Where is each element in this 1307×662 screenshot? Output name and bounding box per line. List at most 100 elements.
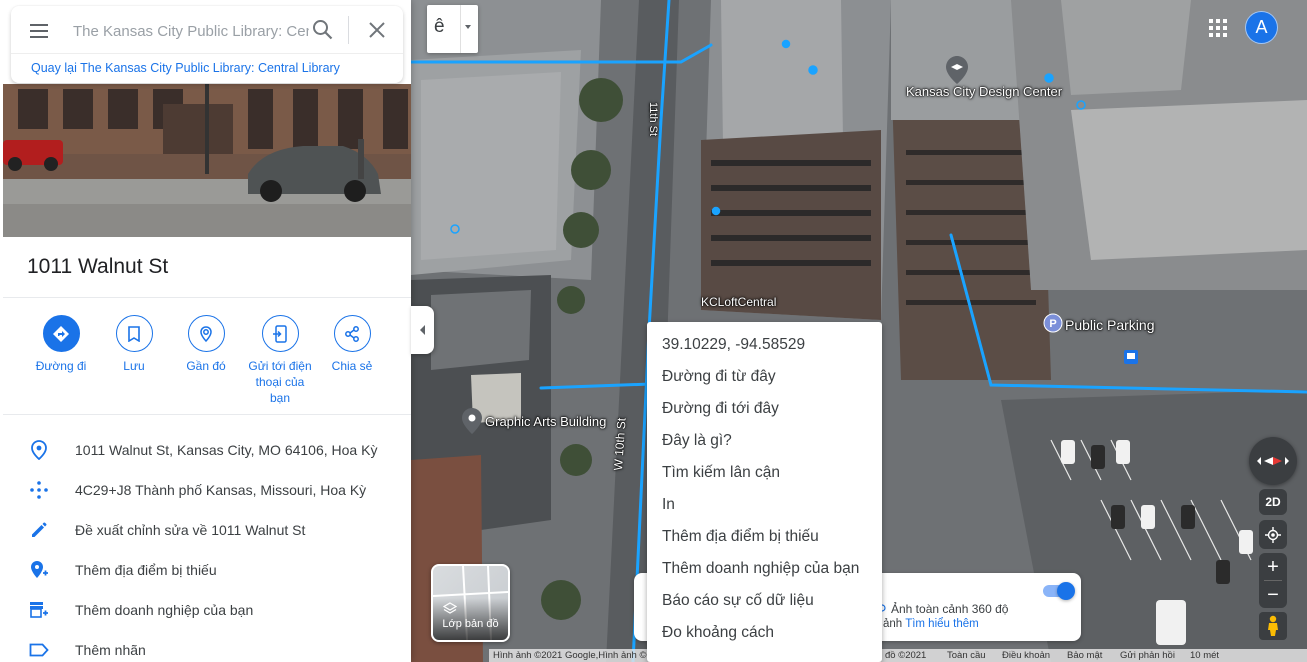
add-business-text: Thêm doanh nghiệp của bạn: [75, 602, 254, 618]
divider: [3, 414, 411, 415]
chevron-down-icon[interactable]: [465, 25, 471, 29]
directions-to-here-item[interactable]: Đường đi tới đây: [647, 393, 882, 425]
zoom-controls: + −: [1259, 553, 1287, 608]
add-business-item[interactable]: Thêm doanh nghiệp của bạn: [647, 553, 882, 585]
edit-pencil-icon: [29, 520, 49, 540]
coordinates-item[interactable]: 39.10229, -94.58529: [647, 329, 882, 361]
back-to-result-link[interactable]: Quay lại The Kansas City Public Library:…: [31, 61, 340, 75]
share-icon: [333, 315, 371, 352]
add-missing-place-text: Thêm địa điểm bị thiếu: [75, 562, 217, 578]
directions-icon: [42, 315, 80, 352]
place-title: 1011 Walnut St: [27, 255, 169, 278]
zoom-in-button[interactable]: +: [1259, 553, 1287, 580]
add-missing-place-row[interactable]: Thêm địa điểm bị thiếu: [0, 550, 411, 590]
send-feedback-link[interactable]: Gửi phản hồi: [1120, 650, 1175, 661]
send-to-phone-icon: [261, 315, 299, 352]
location-pin-icon: [29, 440, 49, 460]
pegman-icon[interactable]: [1259, 612, 1287, 640]
search-input[interactable]: [73, 18, 309, 44]
nearby-icon: [187, 315, 225, 352]
my-location-button[interactable]: [1259, 520, 1287, 549]
chevron-left-icon: [419, 325, 425, 335]
plus-code-icon: [29, 480, 49, 500]
my-location-icon: [1265, 526, 1281, 543]
compass-icon: [1257, 457, 1289, 465]
public-parking-label[interactable]: Public Parking: [1065, 317, 1155, 333]
whats-here-item[interactable]: Đây là gì?: [647, 425, 882, 457]
street-view-photo[interactable]: [3, 84, 411, 237]
add-place-icon: [29, 560, 49, 580]
pano-toggle[interactable]: [1043, 582, 1075, 600]
search-nearby-item[interactable]: Tìm kiếm lân cận: [647, 457, 882, 489]
share-label: Chia sẻ: [331, 359, 373, 373]
map-data-credit: đồ ©2021: [885, 650, 927, 661]
kcloft-label[interactable]: KCLoftCentral: [701, 295, 776, 309]
search-divider: [348, 16, 349, 44]
collapse-panel-button[interactable]: [411, 306, 434, 354]
input-tools-button[interactable]: ê: [427, 5, 478, 53]
privacy-link[interactable]: Bảo mật: [1067, 650, 1102, 661]
close-icon[interactable]: [365, 18, 389, 42]
add-missing-place-item[interactable]: Thêm địa điểm bị thiếu: [647, 521, 882, 553]
attribution-bar: Hình ảnh ©2021 Google,Hình ảnh © đồ ©202…: [489, 649, 1307, 662]
report-data-problem-item[interactable]: Báo cáo sự cố dữ liệu: [647, 585, 882, 617]
directions-from-here-item[interactable]: Đường đi từ đây: [647, 361, 882, 393]
plus-code-row[interactable]: 4C29+J8 Thành phố Kansas, Missouri, Hoa …: [0, 470, 411, 510]
input-tools-divider: [460, 5, 461, 53]
toggle-2d-button[interactable]: 2D: [1259, 489, 1287, 515]
label-icon: [29, 640, 49, 660]
maps-window: Kansas City Design Center P Public Parki…: [0, 0, 1307, 662]
add-business-row[interactable]: Thêm doanh nghiệp của bạn: [0, 590, 411, 630]
address-text: 1011 Walnut St, Kansas City, MO 64106, H…: [75, 442, 378, 458]
imagery-credit: Hình ảnh ©2021 Google,Hình ảnh ©: [493, 650, 647, 661]
global-link[interactable]: Toàn cầu: [947, 650, 986, 661]
bookmark-icon: [115, 315, 153, 352]
layers-icon: [443, 602, 457, 614]
share-button[interactable]: Chia sẻ: [317, 315, 387, 374]
zoom-out-button[interactable]: −: [1259, 581, 1287, 608]
layers-button[interactable]: Lớp bản đồ: [431, 564, 510, 642]
place-pin-icon[interactable]: [462, 408, 482, 434]
directions-label: Đường đi: [35, 359, 87, 373]
layers-label: Lớp bản đồ: [442, 618, 499, 630]
place-panel: 1011 Walnut St Đường đi Lưu Gần đó Gửi t…: [0, 0, 411, 662]
graphic-arts-label[interactable]: Graphic Arts Building: [485, 414, 606, 429]
address-row[interactable]: 1011 Walnut St, Kansas City, MO 64106, H…: [0, 430, 411, 470]
send-to-phone-button[interactable]: Gửi tới điện thoại của bạn: [244, 315, 316, 406]
print-item[interactable]: In: [647, 489, 882, 521]
terms-link[interactable]: Điều khoản: [1002, 650, 1050, 661]
scale-label[interactable]: 10 mét: [1190, 650, 1219, 661]
save-label: Lưu: [123, 359, 145, 373]
add-label-row[interactable]: Thêm nhãn: [0, 630, 411, 662]
svg-text:P: P: [1049, 318, 1056, 330]
school-pin-icon[interactable]: [946, 56, 968, 84]
street-view-image: [3, 84, 411, 237]
search-icon[interactable]: [310, 17, 336, 43]
design-center-label[interactable]: Kansas City Design Center: [906, 85, 1062, 99]
save-button[interactable]: Lưu: [99, 315, 169, 374]
nearby-button[interactable]: Gần đó: [171, 315, 241, 374]
plus-code-text: 4C29+J8 Thành phố Kansas, Missouri, Hoa …: [75, 482, 367, 498]
suggest-edit-text: Đề xuất chỉnh sửa về 1011 Walnut St: [75, 522, 306, 538]
menu-icon[interactable]: [27, 19, 51, 43]
parking-pin-icon[interactable]: P: [1043, 313, 1063, 333]
suggest-edit-row[interactable]: Đề xuất chỉnh sửa về 1011 Walnut St: [0, 510, 411, 550]
nearby-label: Gần đó: [186, 359, 226, 373]
context-menu: 39.10229, -94.58529 Đường đi từ đây Đườn…: [647, 322, 882, 662]
add-label-text: Thêm nhãn: [75, 642, 146, 658]
street-11-label: 11th St: [647, 102, 659, 137]
measure-distance-item[interactable]: Đo khoảng cách: [647, 617, 882, 649]
divider: [3, 297, 411, 298]
directions-button[interactable]: Đường đi: [26, 315, 96, 374]
pano-title: Ảnh toàn cảnh 360 độ: [891, 602, 1009, 616]
bus-stop-icon[interactable]: [1124, 350, 1138, 364]
compass-button[interactable]: [1249, 437, 1297, 485]
input-tools-glyph: ê: [434, 16, 445, 37]
google-apps-icon[interactable]: [1207, 17, 1229, 39]
learn-more-link[interactable]: Tìm hiểu thêm: [905, 618, 979, 630]
send-to-phone-label: Gửi tới điện thoại của bạn: [248, 359, 312, 405]
add-business-icon: [29, 600, 49, 620]
search-box: Quay lại The Kansas City Public Library:…: [11, 6, 403, 83]
account-avatar[interactable]: A: [1245, 11, 1278, 44]
toggle-knob: [1057, 582, 1075, 600]
